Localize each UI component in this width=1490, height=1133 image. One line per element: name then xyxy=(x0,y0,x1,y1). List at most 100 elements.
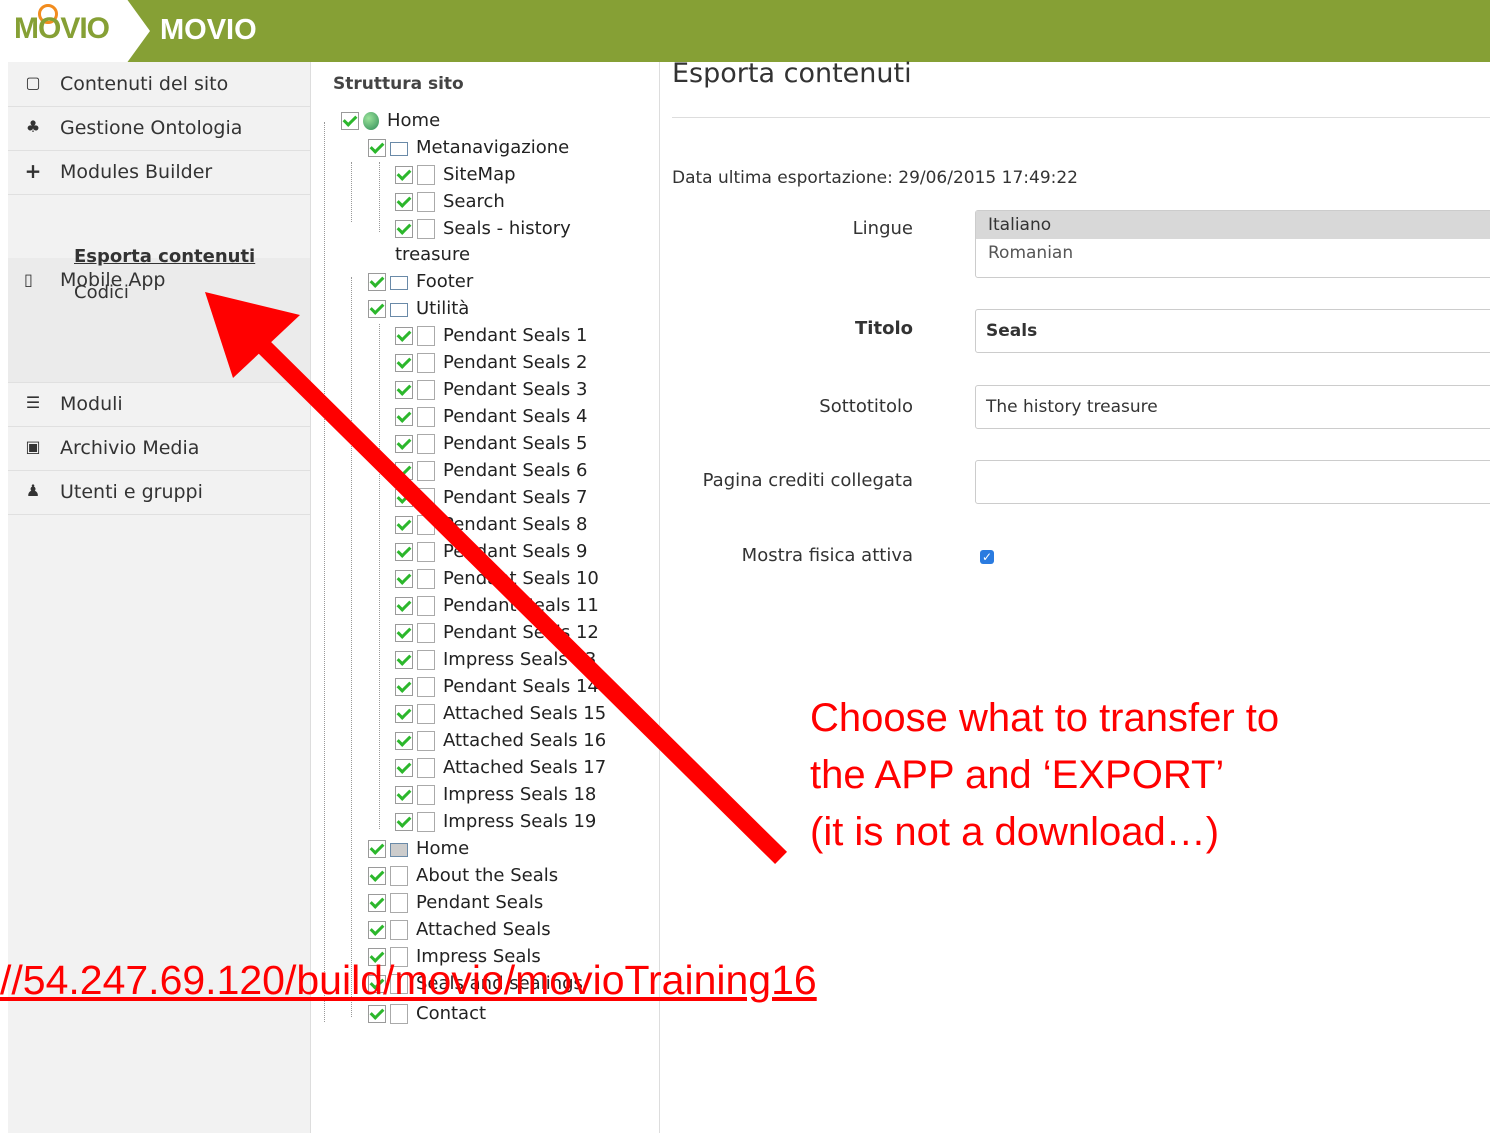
checkbox-icon[interactable] xyxy=(395,381,413,399)
tree-node[interactable]: Pendant Seals 12 xyxy=(395,622,599,648)
tree-node[interactable]: Attached Seals xyxy=(368,919,551,945)
checkbox-icon[interactable] xyxy=(395,678,413,696)
checkbox-icon[interactable] xyxy=(368,139,386,157)
tree-node[interactable]: Pendant Seals 14 xyxy=(395,676,599,702)
tree-node[interactable]: Pendant Seals 7 xyxy=(395,487,587,513)
tree-node[interactable]: Pendant Seals 10 xyxy=(395,568,599,594)
lingue-listbox[interactable]: Italiano Romanian xyxy=(975,210,1490,278)
tree-node[interactable]: Pendant Seals 5 xyxy=(395,433,587,459)
checkbox-icon[interactable] xyxy=(395,732,413,750)
tree-node[interactable]: Pendant Seals 4 xyxy=(395,406,587,432)
checkbox-icon[interactable] xyxy=(368,894,386,912)
page-icon xyxy=(417,542,435,562)
tree-node[interactable]: Contact xyxy=(368,1003,486,1029)
tree-node[interactable]: About the Seals xyxy=(368,865,558,891)
sidebar-item-modules-builder[interactable]: + Modules Builder xyxy=(8,150,310,195)
tree-node[interactable]: Impress Seals 19 xyxy=(395,811,596,837)
checkbox-icon[interactable] xyxy=(395,597,413,615)
page-icon xyxy=(390,1004,408,1024)
tree-node[interactable]: Pendant Seals 6 xyxy=(395,460,587,486)
tree-node[interactable]: Search xyxy=(395,191,505,217)
lingue-option-selected[interactable]: Italiano xyxy=(976,211,1490,239)
checkbox-icon[interactable] xyxy=(368,921,386,939)
tree-node[interactable]: Impress Seals 18 xyxy=(395,784,596,810)
checkbox-icon[interactable] xyxy=(368,273,386,291)
page-icon xyxy=(417,758,435,778)
tree-node[interactable]: Pendant Seals xyxy=(368,892,543,918)
checkbox-icon[interactable] xyxy=(395,624,413,642)
tree-node[interactable]: Utilità xyxy=(368,298,469,324)
tree-node-wrap: treasure xyxy=(395,244,470,270)
pagina-crediti-select[interactable] xyxy=(975,460,1490,504)
checkbox-icon[interactable] xyxy=(395,462,413,480)
tree-node[interactable]: Home xyxy=(368,838,469,864)
app-header: MOVIO MOVIO xyxy=(0,0,1490,62)
mostra-fisica-checkbox[interactable]: ✓ xyxy=(980,550,994,564)
checkbox-icon[interactable] xyxy=(395,327,413,345)
url-link[interactable]: //54.247.69.120/build/movio/movioTrainin… xyxy=(0,957,817,1004)
sidebar-item-mobile-app[interactable]: ▯ Mobile App xyxy=(8,258,310,383)
sidebar-subitem-esporta[interactable]: Esporta contenuti xyxy=(74,246,255,267)
checkbox-icon[interactable] xyxy=(395,166,413,184)
checkbox-icon[interactable] xyxy=(395,489,413,507)
checkbox-icon[interactable] xyxy=(395,651,413,669)
tree-node-label: Pendant Seals 5 xyxy=(443,433,588,454)
tree-node[interactable]: Metanavigazione xyxy=(368,137,569,163)
tree-node[interactable]: Attached Seals 16 xyxy=(395,730,606,756)
tree-node[interactable]: Pendant Seals 3 xyxy=(395,379,587,405)
tree-node-label: Attached Seals 15 xyxy=(443,703,607,724)
checkbox-icon[interactable] xyxy=(368,867,386,885)
sidebar-item-contenuti[interactable]: ▢ Contenuti del sito xyxy=(8,62,310,107)
tree-node[interactable]: Pendant Seals 11 xyxy=(395,595,599,621)
checkbox-icon[interactable] xyxy=(395,516,413,534)
checkbox-icon[interactable] xyxy=(395,570,413,588)
sidebar-item-utenti[interactable]: ♟ Utenti e gruppi xyxy=(8,470,310,515)
page-icon xyxy=(417,488,435,508)
page-icon xyxy=(417,704,435,724)
tree-node-label: Home xyxy=(416,838,470,859)
tree-node[interactable]: Footer xyxy=(368,271,473,297)
tree-node[interactable]: Pendant Seals 9 xyxy=(395,541,587,567)
tree-node[interactable]: Impress Seals 13 xyxy=(395,649,596,675)
tree-node[interactable]: Pendant Seals 8 xyxy=(395,514,587,540)
page-icon xyxy=(390,866,408,886)
sidebar-item-label: Archivio Media xyxy=(60,437,200,459)
checkbox-icon[interactable] xyxy=(395,786,413,804)
tree-node-label: Pendant Seals 4 xyxy=(443,406,588,427)
titolo-input[interactable]: Seals xyxy=(975,309,1490,353)
checkbox-icon[interactable] xyxy=(395,435,413,453)
tree-node[interactable]: Attached Seals 15 xyxy=(395,703,606,729)
tree-node[interactable]: Attached Seals 17 xyxy=(395,757,606,783)
sidebar-item-moduli[interactable]: ☰ Moduli xyxy=(8,382,310,427)
checkbox-icon[interactable] xyxy=(395,220,413,238)
sitemap-icon: ♣ xyxy=(25,117,41,136)
checkbox-icon[interactable] xyxy=(395,705,413,723)
movio-logo[interactable]: MOVIO xyxy=(0,0,150,62)
tree-node[interactable]: Pendant Seals 1 xyxy=(395,325,587,351)
checkbox-icon[interactable] xyxy=(395,354,413,372)
mobile-icon: ▯ xyxy=(24,270,33,289)
checkbox-icon[interactable] xyxy=(368,300,386,318)
tree-node[interactable]: Seals - history xyxy=(395,218,571,244)
checkbox-icon[interactable] xyxy=(341,112,359,130)
checkbox-icon[interactable] xyxy=(368,840,386,858)
sottotitolo-input[interactable]: The history treasure xyxy=(975,385,1490,429)
checkbox-icon[interactable] xyxy=(395,813,413,831)
tree-node[interactable]: Pendant Seals 2 xyxy=(395,352,587,378)
checkbox-icon[interactable] xyxy=(395,759,413,777)
tree-node[interactable]: Home xyxy=(341,110,440,136)
tree-node[interactable]: SiteMap xyxy=(395,164,516,190)
titolo-label: Titolo xyxy=(855,318,913,339)
list-icon: ☰ xyxy=(25,393,41,412)
page-icon xyxy=(417,812,435,832)
lingue-option[interactable]: Romanian xyxy=(976,239,1490,267)
checkbox-icon[interactable] xyxy=(368,1005,386,1023)
checkbox-icon[interactable] xyxy=(395,408,413,426)
tree-node-label: Impress Seals 19 xyxy=(443,811,597,832)
sidebar-item-ontologia[interactable]: ♣ Gestione Ontologia xyxy=(8,106,310,151)
checkbox-icon[interactable] xyxy=(395,543,413,561)
tree-node-label: Pendant Seals 1 xyxy=(443,325,588,346)
sidebar-item-archivio-media[interactable]: ▣ Archivio Media xyxy=(8,426,310,471)
sidebar-subitem-codici[interactable]: Codici xyxy=(74,282,129,303)
checkbox-icon[interactable] xyxy=(395,193,413,211)
